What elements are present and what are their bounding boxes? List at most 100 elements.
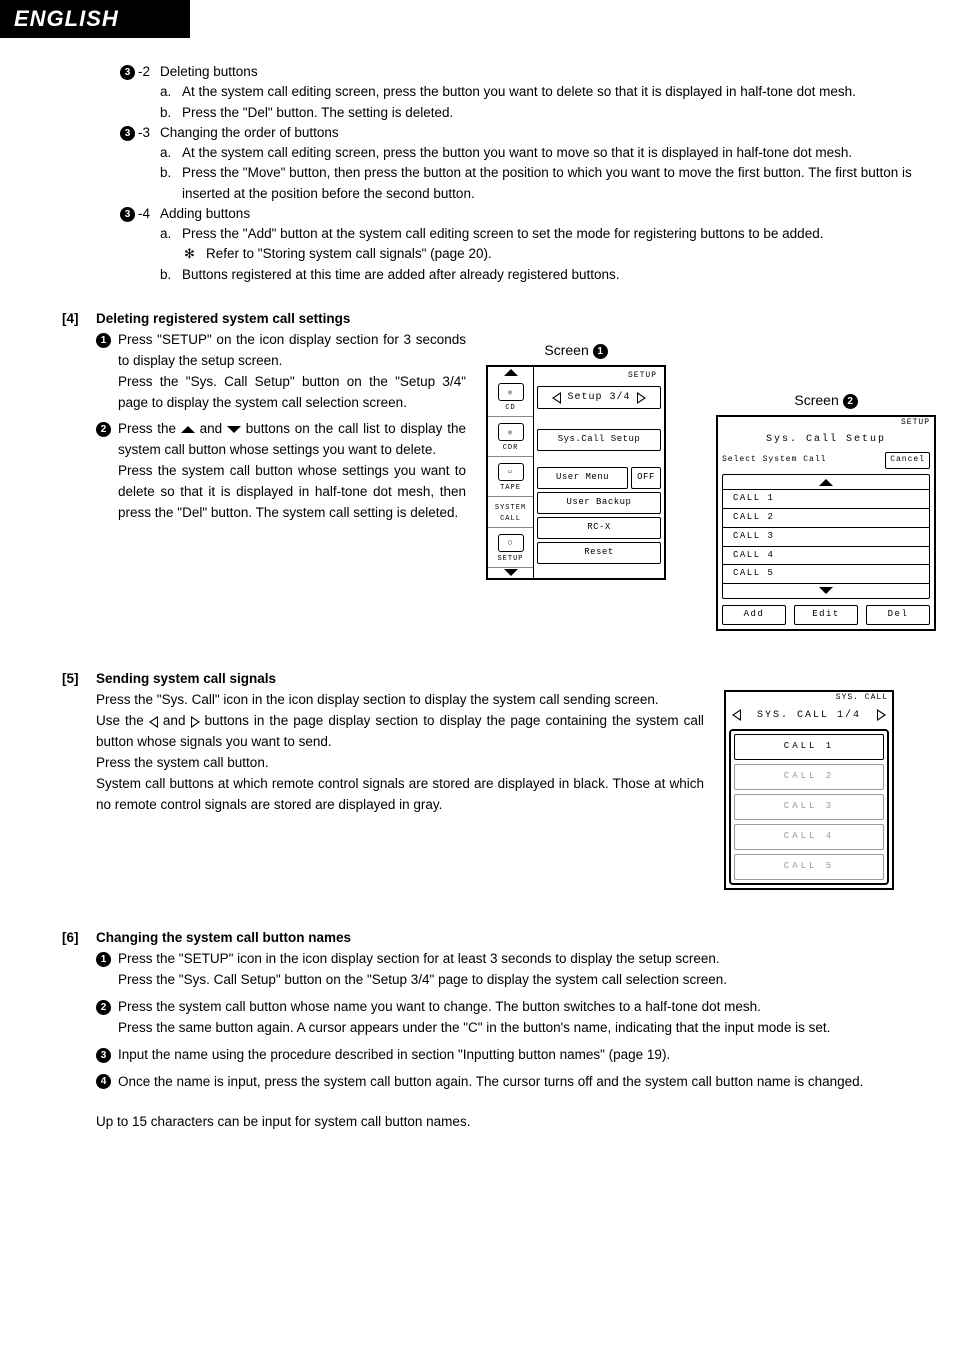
badge-1: 1 <box>96 952 111 967</box>
user-backup-button[interactable]: User Backup <box>537 492 661 514</box>
cancel-button[interactable]: Cancel <box>885 452 930 468</box>
language-header: ENGLISH <box>0 0 190 38</box>
badge-2: 2 <box>96 1000 111 1015</box>
screen2-title: Sys. Call Setup <box>718 430 934 450</box>
item-3-4-note: Refer to "Storing system call signals" (… <box>206 244 914 264</box>
syscall-page-nav: SYS. CALL 1/4 <box>726 705 892 727</box>
rcx-button[interactable]: RC-X <box>537 517 661 539</box>
list-item[interactable]: CALL 5 <box>723 564 929 584</box>
setup-page-label: Setup 3/4 <box>567 390 630 406</box>
icon-tape[interactable]: ▭TAPE <box>488 457 533 497</box>
s6-step1b: Press the "Sys. Call Setup" button on th… <box>118 972 727 987</box>
badge-3: 3 <box>120 126 135 141</box>
section-5-num: [5] <box>62 671 96 686</box>
badge-1: 1 <box>96 333 111 348</box>
scroll-down-icon[interactable] <box>504 569 518 576</box>
section-5-title: Sending system call signals <box>96 671 276 686</box>
screen3-mode-label: SYS. CALL <box>726 692 892 704</box>
badge-3: 3 <box>120 65 135 80</box>
item-3-3: 3 -3 Changing the order of buttons <box>120 123 914 143</box>
section-4-heading: [4] Deleting registered system call sett… <box>62 311 914 326</box>
prev-page-icon[interactable] <box>552 392 561 404</box>
del-button[interactable]: Del <box>866 605 930 625</box>
arrow-down-icon <box>227 426 241 433</box>
section-4-step-1: 1 Press "SETUP" on the icon display sect… <box>96 330 466 414</box>
section-6-step-3: 3 Input the name using the procedure des… <box>96 1045 914 1066</box>
s5-p2-post: buttons in the page display section to d… <box>96 713 704 749</box>
list-item[interactable]: CALL 3 <box>723 527 929 546</box>
arrow-left-icon <box>149 716 158 728</box>
call-button[interactable]: CALL 5 <box>734 854 884 880</box>
list-scroll-up-icon[interactable] <box>819 479 833 486</box>
item-3-2: 3 -2 Deleting buttons <box>120 62 914 82</box>
screen2-mode-label: SETUP <box>718 417 934 429</box>
section-6-step-1: 1 Press the "SETUP" icon in the icon dis… <box>96 949 914 991</box>
scroll-up-icon[interactable] <box>504 369 518 376</box>
item-3-3-b: Press the "Move" button, then press the … <box>182 163 914 204</box>
prev-page-icon[interactable] <box>732 709 741 721</box>
add-button[interactable]: Add <box>722 605 786 625</box>
call-button[interactable]: CALL 2 <box>734 764 884 790</box>
screen-2-label: Screen 2 <box>716 390 936 412</box>
icon-cdr[interactable]: ◎CDR <box>488 417 533 457</box>
next-page-icon[interactable] <box>637 392 646 404</box>
edit-button[interactable]: Edit <box>794 605 858 625</box>
icon-cd[interactable]: ◎CD <box>488 377 533 417</box>
call-button[interactable]: CALL 3 <box>734 794 884 820</box>
call-select-list: CALL 1 CALL 2 CALL 3 CALL 4 CALL 5 <box>722 474 930 600</box>
reset-button[interactable]: Reset <box>537 542 661 564</box>
list-scroll-down-icon[interactable] <box>819 587 833 594</box>
s4-step2-mid: and <box>200 421 223 436</box>
note-mark-icon: ✻ <box>184 244 206 264</box>
screen2-subtitle: Select System Call <box>722 454 881 466</box>
section-6-num: [6] <box>62 930 96 945</box>
off-button[interactable]: OFF <box>631 467 661 489</box>
icon-setup[interactable]: ▢SETUP <box>488 528 533 568</box>
s6-step2b: Press the same button again. A cursor ap… <box>118 1020 830 1035</box>
sys-call-setup-button[interactable]: Sys.Call Setup <box>537 429 661 451</box>
badge-4: 4 <box>96 1074 111 1089</box>
suffix-3-3: -3 <box>138 123 160 143</box>
next-page-icon[interactable] <box>877 709 886 721</box>
section-6-heading: [6] Changing the system call button name… <box>62 930 914 945</box>
s6-step2a: Press the system call button whose name … <box>118 999 761 1014</box>
list-item[interactable]: CALL 4 <box>723 546 929 565</box>
section-4-step-2: 2 Press the and buttons on the call list… <box>96 419 466 524</box>
section-6-step-2: 2 Press the system call button whose nam… <box>96 997 914 1039</box>
list-item[interactable]: CALL 2 <box>723 508 929 527</box>
s5-p2-mid: and <box>163 713 186 728</box>
section-4-num: [4] <box>62 311 96 326</box>
section-4-title: Deleting registered system call settings <box>96 311 350 326</box>
screen-1-wrap: Screen 1 ◎CD ◎CDR ▭TAPE SYSTEM CALL ▢SET… <box>486 340 666 580</box>
screen-2: SETUP Sys. Call Setup Select System Call… <box>716 415 936 631</box>
s6-step3: Input the name using the procedure descr… <box>118 1045 914 1066</box>
item-3-4-b: Buttons registered at this time are adde… <box>182 265 914 285</box>
list-item[interactable]: CALL 1 <box>723 489 929 508</box>
arrow-right-icon <box>191 716 200 728</box>
call-button[interactable]: CALL 4 <box>734 824 884 850</box>
s4-step1b: Press the "Sys. Call Setup" button on th… <box>118 374 466 410</box>
item-3-4-a: Press the "Add" button at the system cal… <box>182 224 914 244</box>
item-3-3-a: At the system call editing screen, press… <box>182 143 914 163</box>
user-menu-button[interactable]: User Menu <box>537 467 628 489</box>
s4-step2b: Press the system call button whose setti… <box>118 463 466 520</box>
item-3-2-b: Press the "Del" button. The setting is d… <box>182 103 914 123</box>
section-3-continued: 3 -2 Deleting buttons a.At the system ca… <box>120 62 914 285</box>
badge-3: 3 <box>120 207 135 222</box>
setup-page-nav[interactable]: Setup 3/4 <box>537 386 661 410</box>
s6-step1a: Press the "SETUP" icon in the icon displ… <box>118 951 720 966</box>
s4-step1a: Press "SETUP" on the icon display sectio… <box>118 332 466 368</box>
section-6-title: Changing the system call button names <box>96 930 351 945</box>
title-3-4: Adding buttons <box>160 204 914 224</box>
title-3-3: Changing the order of buttons <box>160 123 914 143</box>
call-button[interactable]: CALL 1 <box>734 734 884 760</box>
icon-system-call[interactable]: SYSTEM CALL <box>488 497 533 528</box>
badge-2: 2 <box>96 422 111 437</box>
item-3-4: 3 -4 Adding buttons <box>120 204 914 224</box>
screen-1-label: Screen 1 <box>486 340 666 362</box>
screen1-mode-label: SETUP <box>537 370 661 382</box>
section-6-step-4: 4 Once the name is input, press the syst… <box>96 1072 914 1093</box>
item-3-2-a: At the system call editing screen, press… <box>182 82 914 102</box>
suffix-3-2: -2 <box>138 62 160 82</box>
s4-step2-pre: Press the <box>118 421 176 436</box>
